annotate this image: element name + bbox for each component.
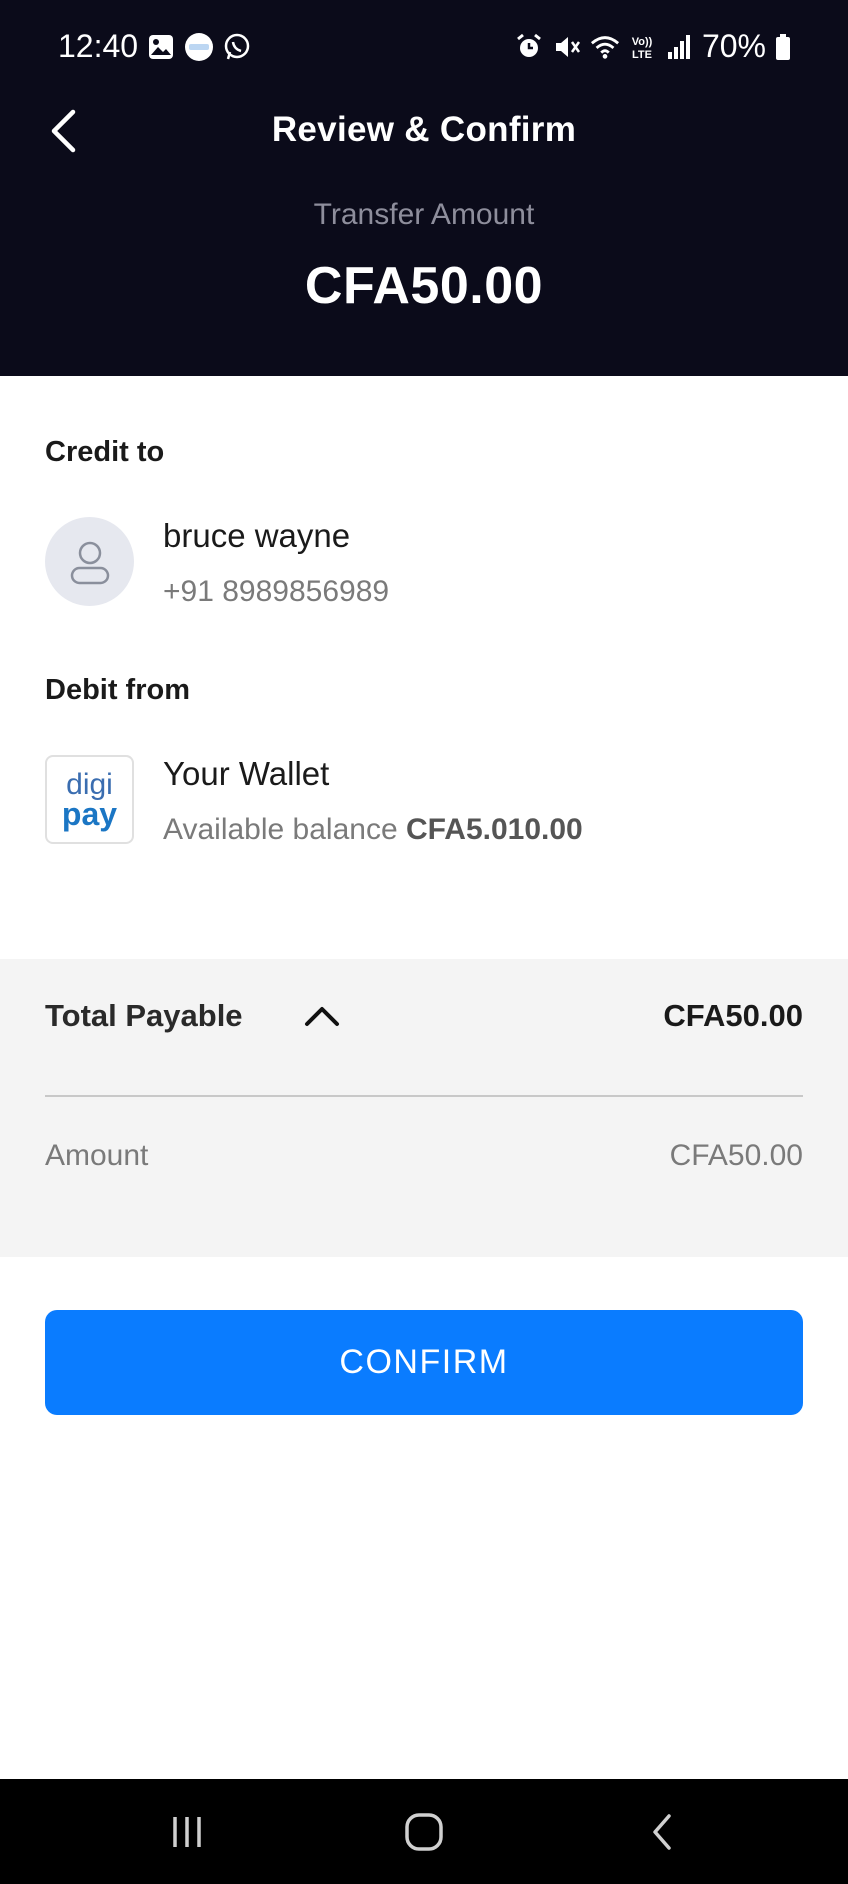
volte-icon: Vo)) LTE [628,32,656,62]
recents-button[interactable] [147,1805,227,1859]
recents-icon [173,1817,201,1847]
status-right: Vo)) LTE 70% [514,28,792,65]
svg-text:LTE: LTE [632,49,652,61]
page-title: Review & Confirm [271,110,577,149]
notification-icons [146,32,252,62]
chevron-up-icon [305,1007,339,1026]
system-back-button[interactable] [622,1805,702,1859]
wallet-name: Your Wallet [163,755,330,792]
home-button[interactable] [384,1805,464,1859]
amount-value: CFA50.00 [669,1139,803,1172]
transfer-amount-label: Transfer Amount [313,198,535,231]
recipient-name: bruce wayne [163,517,351,554]
alarm-icon [514,32,544,62]
status-time: 12:40 [58,28,139,64]
balance-prefix: Available balance [163,813,398,846]
recipient-phone: +91 8989856989 [163,575,390,608]
whatsapp-icon [222,32,252,62]
home-icon [405,1813,443,1851]
confirm-button[interactable]: CONFIRM [45,1310,803,1415]
wallet-balance: Available balance CFA5.010.00 [163,813,583,847]
back-icon [653,1814,671,1850]
divider [45,1095,803,1097]
total-payable-label: Total Payable [45,998,243,1033]
credit-to-label: Credit to [45,436,165,468]
wifi-icon [590,32,620,62]
avatar [45,517,134,606]
debit-from-label: Debit from [45,674,190,706]
battery-icon [774,32,792,62]
signal-icon [664,32,694,62]
user-icon [70,541,109,584]
status-bar: 12:40 Vo)) LTE 70% [0,0,848,96]
balance-value: CFA5.010.00 [405,813,583,846]
gallery-icon [146,32,176,62]
total-payable-value: CFA50.00 [663,998,803,1033]
summary-toggle-button[interactable] [298,995,346,1037]
transfer-amount-value: CFA50.00 [304,257,544,315]
battery-percentage: 70% [701,28,766,64]
system-nav-bar [0,1779,848,1884]
svg-text:Vo)): Vo)) [632,36,653,48]
amount-label: Amount [45,1139,149,1172]
header: 12:40 Vo)) LTE 70% Review & Confirm Tran… [0,0,848,376]
digipay-app-icon [184,32,214,62]
mute-icon [552,32,582,62]
digipay-logo: digi pay [45,755,134,844]
